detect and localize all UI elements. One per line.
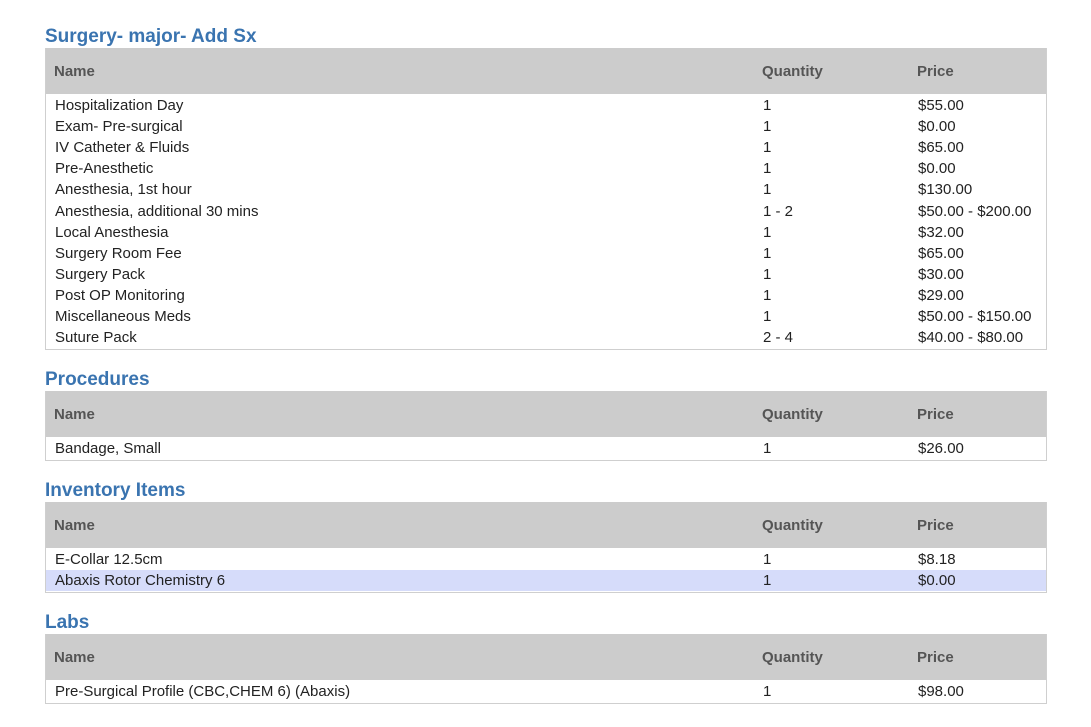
item-quantity: 1: [763, 160, 772, 178]
item-price: $65.00: [918, 139, 964, 157]
item-name: Suture Pack: [55, 329, 137, 347]
table-row: Bandage, Small 1 $26.00: [46, 438, 1046, 459]
item-name: Post OP Monitoring: [55, 286, 185, 304]
column-header-name: Name: [54, 648, 95, 666]
column-header-name: Name: [54, 405, 95, 423]
table-row: Hospitalization Day 1 $55.00: [46, 95, 1046, 116]
item-name: IV Catheter & Fluids: [55, 139, 190, 157]
column-header-price: Price: [917, 648, 954, 666]
item-name: Anesthesia, 1st hour: [55, 181, 192, 199]
item-price: $8.18: [918, 551, 956, 569]
item-price: $50.00 - $200.00: [918, 202, 1032, 220]
item-price: $50.00 - $150.00: [918, 307, 1032, 325]
column-header-price: Price: [917, 62, 954, 80]
item-quantity: 1: [763, 265, 772, 283]
item-price: $32.00: [918, 223, 964, 241]
table-body: Pre-Surgical Profile (CBC,CHEM 6) (Abaxi…: [46, 680, 1046, 703]
item-name: Miscellaneous Meds: [55, 307, 191, 325]
item-price: $30.00: [918, 265, 964, 283]
table-row: IV Catheter & Fluids 1 $65.00: [46, 137, 1046, 158]
item-name: E-Collar 12.5cm: [55, 551, 163, 569]
table-row: Post OP Monitoring 1 $29.00: [46, 285, 1046, 306]
table-row: Pre-Anesthetic 1 $0.00: [46, 158, 1046, 179]
column-header-name: Name: [54, 516, 95, 534]
item-name: Abaxis Rotor Chemistry 6: [55, 572, 226, 590]
item-name: Exam- Pre-surgical: [55, 118, 183, 136]
item-quantity: 1: [763, 223, 772, 241]
column-header-quantity: Quantity: [762, 516, 823, 534]
item-quantity: 1: [763, 551, 772, 569]
column-header-price: Price: [917, 405, 954, 423]
item-price: $0.00: [918, 572, 956, 590]
column-header-quantity: Quantity: [762, 62, 823, 80]
item-quantity: 1: [763, 244, 772, 262]
item-price: $55.00: [918, 97, 964, 115]
item-quantity: 1: [763, 181, 772, 199]
item-price: $98.00: [918, 683, 964, 701]
section-labs: Labs Name Quantity Price Pre-Surgical Pr…: [45, 612, 1047, 705]
item-quantity: 1: [763, 572, 772, 590]
table-row: Miscellaneous Meds 1 $50.00 - $150.00: [46, 306, 1046, 327]
column-header-quantity: Quantity: [762, 648, 823, 666]
table-row: Local Anesthesia 1 $32.00: [46, 222, 1046, 243]
section-title: Procedures: [45, 369, 150, 390]
item-name: Surgery Room Fee: [55, 244, 182, 262]
column-header-price: Price: [917, 516, 954, 534]
item-name: Pre-Surgical Profile (CBC,CHEM 6) (Abaxi…: [55, 683, 351, 701]
item-name: Local Anesthesia: [55, 223, 169, 241]
column-header-quantity: Quantity: [762, 405, 823, 423]
item-price: $29.00: [918, 286, 964, 304]
table-body: E-Collar 12.5cm 1 $8.18 Abaxis Rotor Che…: [46, 548, 1046, 592]
item-quantity: 1: [763, 440, 772, 458]
table-row: Pre-Surgical Profile (CBC,CHEM 6) (Abaxi…: [46, 681, 1046, 702]
item-price: $0.00: [918, 160, 956, 178]
table-header: Name Quantity Price: [46, 391, 1046, 437]
table-row: E-Collar 12.5cm 1 $8.18: [46, 549, 1046, 570]
items-table: Name Quantity Price E-Collar 12.5cm 1 $8…: [45, 502, 1047, 594]
table-row: Anesthesia, additional 30 mins 1 - 2 $50…: [46, 200, 1046, 221]
item-quantity: 1: [763, 139, 772, 157]
table-row: Suture Pack 2 - 4 $40.00 - $80.00: [46, 327, 1046, 348]
item-price: $65.00: [918, 244, 964, 262]
table-body: Bandage, Small 1 $26.00: [46, 437, 1046, 460]
column-header-name: Name: [54, 62, 95, 80]
item-quantity: 1: [763, 286, 772, 304]
item-price: $130.00: [918, 181, 973, 199]
items-table: Name Quantity Price Pre-Surgical Profile…: [45, 634, 1047, 705]
table-row: Anesthesia, 1st hour 1 $130.00: [46, 179, 1046, 200]
estimate-page: Surgery- major- Add Sx Name Quantity Pri…: [0, 0, 1091, 727]
section-surgery: Surgery- major- Add Sx Name Quantity Pri…: [45, 26, 1047, 351]
items-table: Name Quantity Price Hospitalization Day …: [45, 48, 1047, 351]
item-name: Bandage, Small: [55, 440, 161, 458]
item-quantity: 1 - 2: [763, 202, 794, 220]
item-price: $26.00: [918, 440, 964, 458]
table-header: Name Quantity Price: [46, 502, 1046, 548]
item-quantity: 1: [763, 307, 772, 325]
item-name: Hospitalization Day: [55, 97, 184, 115]
item-price: $40.00 - $80.00: [918, 329, 1024, 347]
section-procedures: Procedures Name Quantity Price Bandage, …: [45, 369, 1047, 462]
table-body: Hospitalization Day 1 $55.00 Exam- Pre-s…: [46, 94, 1046, 349]
table-row: Exam- Pre-surgical 1 $0.00: [46, 116, 1046, 137]
item-name: Anesthesia, additional 30 mins: [55, 202, 259, 220]
item-quantity: 1: [763, 683, 772, 701]
table-row-highlighted[interactable]: Abaxis Rotor Chemistry 6 1 $0.00: [46, 570, 1046, 592]
table-row: Surgery Pack 1 $30.00: [46, 264, 1046, 285]
item-quantity: 1: [763, 118, 772, 136]
table-row: Surgery Room Fee 1 $65.00: [46, 243, 1046, 264]
items-table: Name Quantity Price Bandage, Small 1 $26…: [45, 391, 1047, 462]
section-title: Inventory Items: [45, 480, 186, 501]
table-header: Name Quantity Price: [46, 48, 1046, 94]
section-inventory-items: Inventory Items Name Quantity Price E-Co…: [45, 480, 1047, 594]
item-quantity: 2 - 4: [763, 329, 794, 347]
item-quantity: 1: [763, 97, 772, 115]
section-title: Labs: [45, 612, 90, 633]
table-header: Name Quantity Price: [46, 634, 1046, 680]
item-name: Pre-Anesthetic: [55, 160, 154, 178]
item-price: $0.00: [918, 118, 956, 136]
item-name: Surgery Pack: [55, 265, 146, 283]
section-title: Surgery- major- Add Sx: [45, 26, 257, 47]
